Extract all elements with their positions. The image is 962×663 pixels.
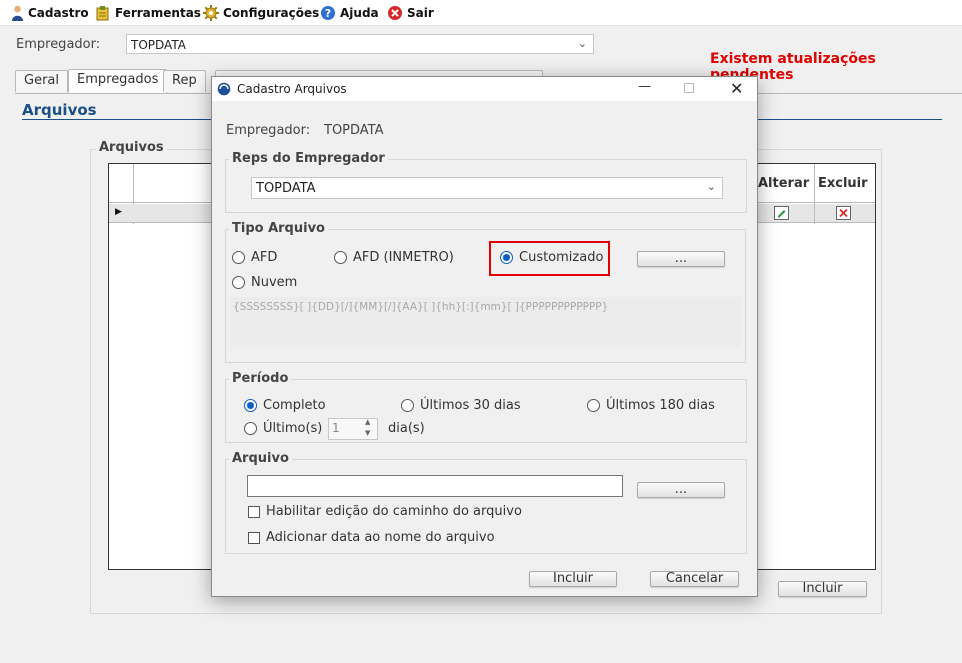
check-adicionar-data[interactable] (248, 532, 260, 544)
dias-stepper[interactable]: 1 ▲ ▼ (328, 418, 378, 440)
svg-text:?: ? (325, 7, 331, 20)
radio-nuvem-label: Nuvem (251, 275, 298, 290)
app-icon (217, 82, 231, 100)
reps-select[interactable]: TOPDATA ⌄ (251, 177, 723, 199)
main-incluir-button[interactable]: Incluir (778, 581, 867, 597)
menu-bar: Cadastro Ferramentas Configurações ? Aju… (0, 0, 962, 26)
radio-nuvem[interactable] (232, 276, 245, 289)
stepper-down-icon[interactable]: ▼ (365, 429, 370, 437)
dias-label: dia(s) (388, 421, 425, 436)
radio-ultimos-30-label: Últimos 30 dias (420, 398, 521, 413)
gear-icon (203, 5, 219, 21)
radio-completo-label: Completo (263, 398, 326, 413)
radio-afd-inmetro[interactable] (334, 251, 347, 264)
radio-afd[interactable] (232, 251, 245, 264)
maximize-icon (684, 83, 694, 93)
radio-afd-label: AFD (251, 250, 278, 265)
help-icon: ? (321, 6, 335, 20)
row-indicator-icon: ▶ (115, 207, 122, 217)
check-habilitar-edicao[interactable] (248, 506, 260, 518)
pattern-text: {SSSSSSSS}[ ]{DD}[/]{MM}[/]{AA}[ ]{hh}[:… (233, 301, 609, 313)
arquivos-group-title: Arquivos (96, 140, 167, 155)
close-icon[interactable]: ✕ (730, 79, 743, 98)
radio-ultimos-30[interactable] (401, 399, 414, 412)
radio-customizado[interactable] (500, 251, 513, 264)
arquivo-group-title: Arquivo (229, 451, 292, 466)
menu-configuracoes[interactable]: Configurações (203, 5, 319, 21)
dialog-employer-label: Empregador: (226, 123, 311, 138)
section-title: Arquivos (22, 101, 97, 119)
exit-icon (388, 6, 402, 20)
dias-stepper-value: 1 (332, 421, 340, 435)
user-icon (12, 5, 23, 21)
col-excluir: Excluir (818, 176, 868, 191)
radio-customizado-label: Customizado (519, 250, 604, 265)
check-adicionar-data-label: Adicionar data ao nome do arquivo (266, 530, 495, 545)
radio-ultimos-180-label: Últimos 180 dias (606, 398, 715, 413)
reps-select-value: TOPDATA (256, 181, 316, 196)
radio-ultimos-n[interactable] (244, 422, 257, 435)
minimize-icon[interactable]: — (638, 79, 651, 94)
check-habilitar-edicao-label: Habilitar edição do caminho do arquivo (266, 504, 522, 519)
radio-ultimos-180[interactable] (587, 399, 600, 412)
menu-sair[interactable]: Sair (387, 5, 434, 21)
tipo-group-title: Tipo Arquivo (229, 221, 328, 236)
periodo-group-title: Período (229, 371, 292, 386)
employer-select-value: TOPDATA (131, 38, 186, 52)
stepper-up-icon[interactable]: ▲ (365, 418, 370, 426)
radio-ultimos-n-label: Último(s) (263, 421, 323, 436)
menu-ajuda[interactable]: ? Ajuda (320, 5, 379, 21)
grid-col-sep-2 (814, 164, 815, 224)
tools-icon (96, 6, 109, 21)
menu-cadastro[interactable]: Cadastro (11, 5, 89, 21)
menu-ferramentas[interactable]: Ferramentas (95, 5, 201, 21)
radio-completo[interactable] (244, 399, 257, 412)
tipo-dots-button[interactable]: ... (637, 251, 725, 267)
pattern-field: {SSSSSSSS}[ ]{DD}[/]{MM}[/]{AA}[ ]{hh}[:… (231, 297, 741, 347)
dialog-cancelar-button[interactable]: Cancelar (650, 571, 739, 587)
chevron-down-icon: ⌄ (577, 37, 587, 50)
delete-icon[interactable] (836, 206, 851, 224)
tab-rep[interactable]: Rep (163, 70, 206, 92)
dialog-title: Cadastro Arquivos (237, 82, 347, 96)
col-alterar: Alterar (758, 176, 810, 191)
tab-empregados[interactable]: Empregados (68, 69, 168, 93)
dialog-employer-value: TOPDATA (324, 123, 384, 138)
employer-select[interactable]: TOPDATA ⌄ (126, 34, 594, 54)
arquivo-path-input[interactable] (247, 475, 623, 497)
reps-group-title: Reps do Empregador (229, 151, 388, 166)
tab-geral[interactable]: Geral (15, 70, 68, 92)
cadastro-arquivos-dialog: Cadastro Arquivos — ✕ Empregador: TOPDAT… (211, 76, 758, 597)
chevron-down-icon: ⌄ (706, 180, 716, 193)
edit-icon[interactable] (774, 206, 789, 224)
dialog-incluir-button[interactable]: Incluir (529, 571, 617, 587)
employer-label: Empregador: (16, 37, 101, 52)
dialog-titlebar: Cadastro Arquivos — ✕ (212, 77, 757, 101)
arquivo-browse-button[interactable]: ... (637, 482, 725, 498)
radio-afd-inmetro-label: AFD (INMETRO) (353, 250, 454, 265)
